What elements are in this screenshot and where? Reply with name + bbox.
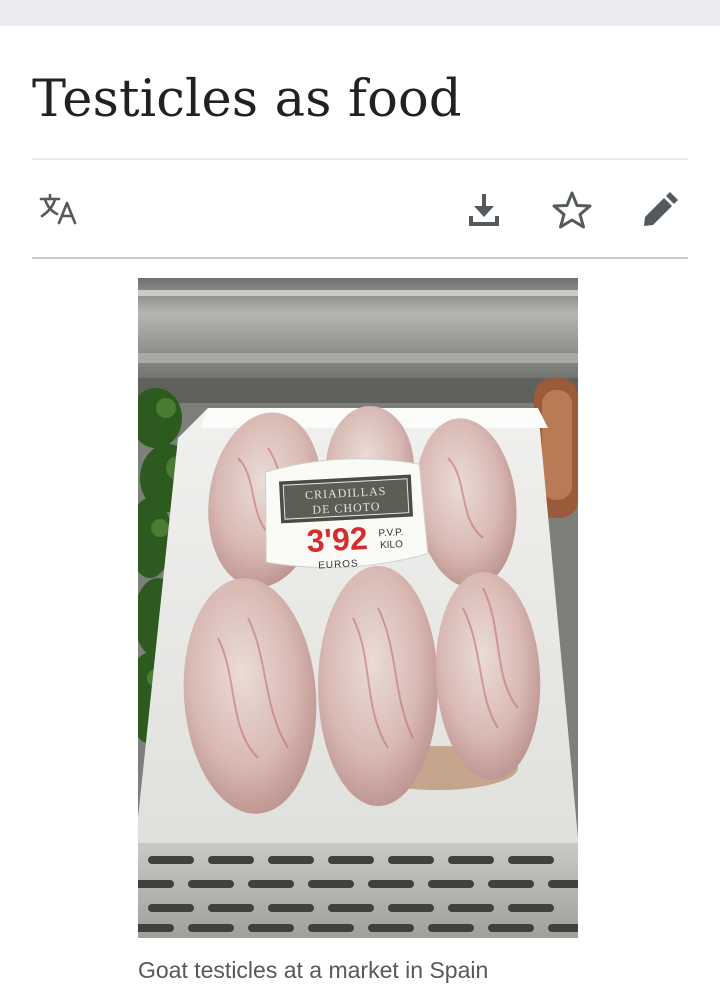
price-value: 3'92 bbox=[306, 520, 369, 559]
price-unit-line1: P.V.P. bbox=[378, 527, 403, 539]
price-currency: EUROS bbox=[318, 558, 359, 571]
title-divider bbox=[32, 158, 688, 160]
star-outline-icon bbox=[552, 191, 592, 229]
edit-button[interactable] bbox=[636, 186, 684, 234]
download-button[interactable] bbox=[460, 186, 508, 234]
top-bar bbox=[0, 0, 720, 26]
goat-testicles-photo: CRIADILLAS DE CHOTO 3'92 P.V.P. KILO EUR… bbox=[138, 278, 578, 938]
download-icon bbox=[469, 194, 499, 226]
watch-star-button[interactable] bbox=[548, 186, 596, 234]
pencil-icon bbox=[644, 192, 678, 226]
translate-icon bbox=[39, 193, 77, 225]
article-image[interactable]: CRIADILLAS DE CHOTO 3'92 P.V.P. KILO EUR… bbox=[138, 278, 578, 938]
language-button[interactable] bbox=[36, 186, 84, 234]
image-caption: Goat testicles at a market in Spain bbox=[138, 957, 489, 983]
price-unit-line2: KILO bbox=[380, 539, 404, 551]
page-title: Testicles as food bbox=[32, 70, 462, 129]
toolbar-divider bbox=[32, 257, 688, 259]
